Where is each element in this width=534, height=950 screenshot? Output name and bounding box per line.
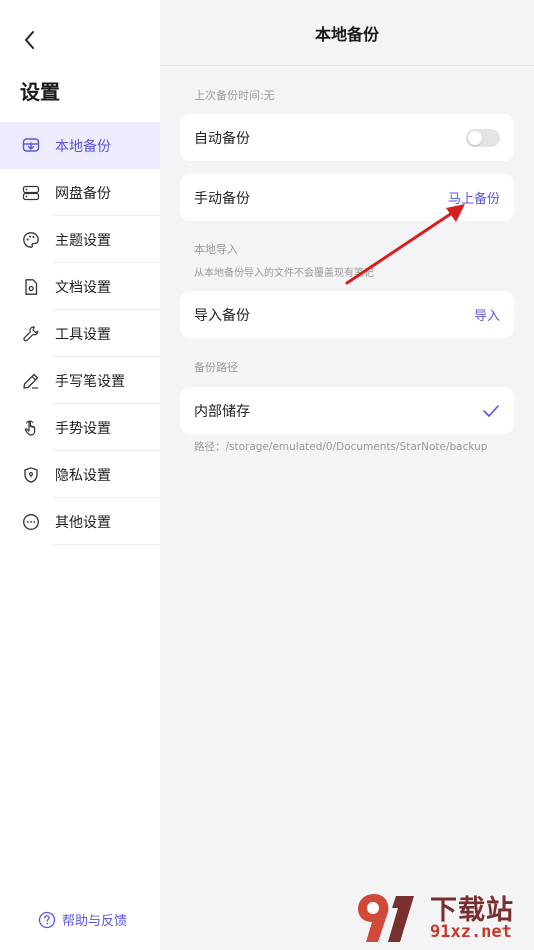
manual-backup-row: 手动备份 马上备份 [180,174,514,221]
import-backup-label: 导入备份 [194,307,250,324]
backup-path-note: 路径：/storage/emulated/0/Documents/StarNot… [194,441,488,453]
sidebar-item-other[interactable]: 其他设置 [0,498,160,545]
sidebar-item-stylus[interactable]: 手写笔设置 [0,357,160,404]
local-import-section-title: 本地导入 [194,243,238,256]
shield-lock-icon [21,465,41,485]
main-panel: 本地备份 上次备份时间:无 自动备份 手动备份 马上备份 本地导入 从本地备份导… [160,0,534,950]
sidebar-item-label: 主题设置 [55,232,111,249]
sidebar-item-local-backup[interactable]: 本地备份 [0,122,160,169]
help-feedback-label: 帮助与反馈 [62,914,128,929]
hand-pointer-icon [21,418,41,438]
manual-backup-label: 手动备份 [194,190,250,207]
auto-backup-toggle[interactable] [466,128,500,147]
main-header: 本地备份 [160,0,534,66]
sidebar-item-cloud-backup[interactable]: 网盘备份 [0,169,160,216]
watermark-url: 91xz.net [430,922,512,942]
divider [53,544,160,545]
checkmark-icon [483,404,499,417]
sidebar-item-theme[interactable]: 主题设置 [0,216,160,263]
sidebar-item-label: 其他设置 [55,514,111,531]
sidebar-item-tools[interactable]: 工具设置 [0,310,160,357]
auto-backup-label: 自动备份 [194,130,250,147]
local-backup-icon [21,136,41,156]
toggle-knob [468,130,482,145]
backup-path-section-title: 备份路径 [194,361,238,374]
watermark: 下载站 91xz.net [356,888,532,946]
cloud-drive-icon [21,183,41,203]
sidebar-item-document[interactable]: 文档设置 [0,263,160,310]
local-import-note: 从本地备份导入的文件不会覆盖现有笔记 [194,268,374,279]
internal-storage-row[interactable]: 内部储存 [180,387,514,434]
back-button[interactable] [18,28,42,52]
last-backup-time: 上次备份时间:无 [194,89,275,102]
sidebar: 设置 本地备份 网盘备份 主题设置 文档设置 工具设置 手写笔设置 手势设置 隐… [0,0,160,950]
import-button[interactable]: 导入 [474,305,500,324]
sidebar-item-label: 手势设置 [55,420,111,437]
sidebar-item-label: 工具设置 [55,326,111,343]
sidebar-item-label: 本地备份 [55,138,111,155]
sidebar-item-gesture[interactable]: 手势设置 [0,404,160,451]
auto-backup-row: 自动备份 [180,114,514,161]
wrench-icon [21,324,41,344]
chevron-left-icon [25,31,34,49]
palette-icon [21,230,41,250]
watermark-logo-icon [358,894,414,942]
sidebar-title: 设置 [20,80,60,104]
sidebar-item-privacy[interactable]: 隐私设置 [0,451,160,498]
sidebar-item-label: 隐私设置 [55,467,111,484]
settings-nav: 本地备份 网盘备份 主题设置 文档设置 工具设置 手写笔设置 手势设置 隐私设置… [0,122,160,545]
sidebar-item-label: 网盘备份 [55,185,111,202]
sidebar-item-label: 手写笔设置 [55,373,125,390]
help-icon [38,911,56,928]
pen-icon [21,371,41,391]
page-title: 本地备份 [314,24,379,44]
sidebar-item-label: 文档设置 [55,279,111,296]
import-backup-row: 导入备份 导入 [180,291,514,338]
help-feedback-link[interactable]: 帮助与反馈 [38,910,127,929]
backup-now-button[interactable]: 马上备份 [448,188,500,207]
document-gear-icon [21,277,41,297]
more-dots-icon [21,512,41,532]
internal-storage-label: 内部储存 [194,403,250,420]
